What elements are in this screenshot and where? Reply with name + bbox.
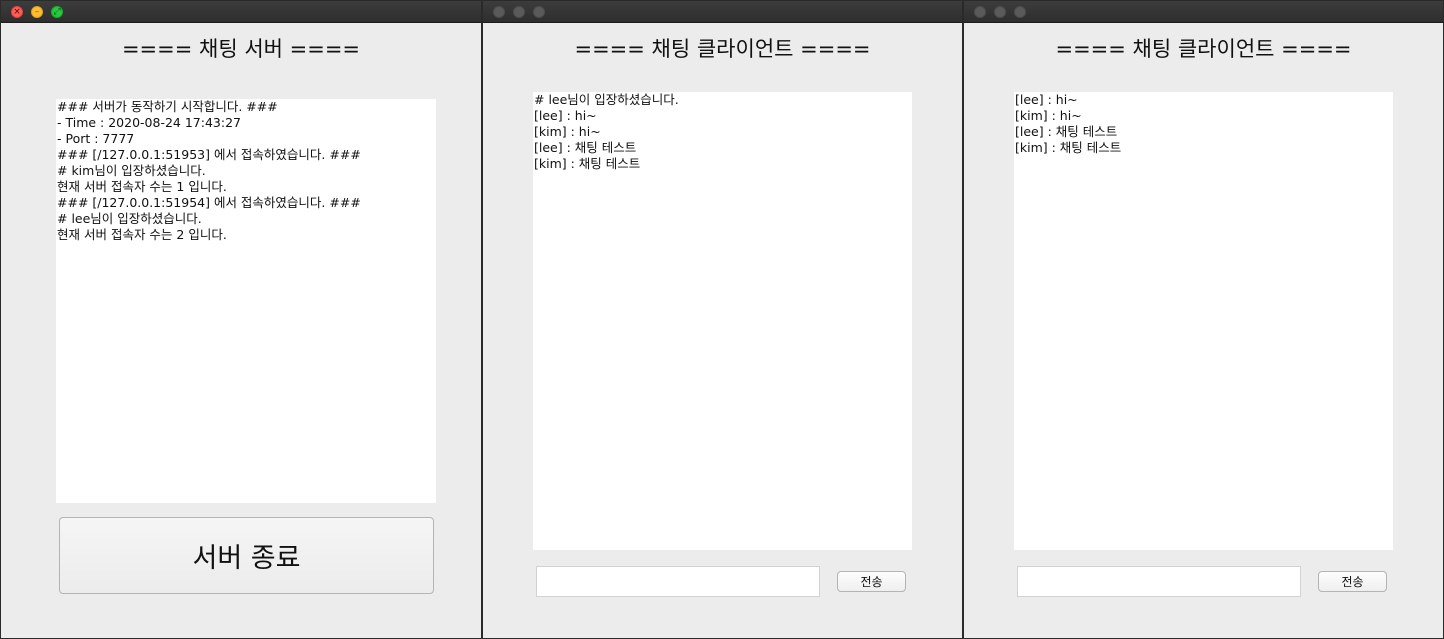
client1-window: ==== 채팅 클라이언트 ==== # lee님이 입장하셨습니다. [lee… — [482, 0, 963, 639]
client2-chat-log[interactable]: [lee] : hi~ [kim] : hi~ [lee] : 채팅 테스트 [… — [1014, 92, 1393, 550]
server-log-area[interactable]: ### 서버가 동작하기 시작합니다. ### - Time : 2020-08… — [56, 99, 436, 503]
client2-message-input[interactable] — [1017, 566, 1301, 597]
minimize-window-icon[interactable]: – — [31, 6, 43, 18]
server-log-line: - Time : 2020-08-24 17:43:27 — [57, 115, 241, 130]
zoom-window-icon[interactable]: ⤢ — [51, 6, 63, 18]
server-shutdown-button[interactable]: 서버 종료 — [59, 517, 434, 594]
server-log-line: ### [/127.0.0.1:51953] 에서 접속하였습니다. ### — [57, 147, 361, 162]
chat-log-line: # lee님이 입장하셨습니다. — [534, 92, 679, 107]
chat-log-line: [lee] : hi~ — [1015, 92, 1078, 107]
client2-titlebar[interactable] — [964, 1, 1443, 23]
client1-message-input[interactable] — [536, 566, 820, 597]
client2-send-button[interactable]: 전송 — [1318, 571, 1387, 592]
zoom-window-icon[interactable] — [533, 6, 545, 18]
server-log-line: ### [/127.0.0.1:51954] 에서 접속하였습니다. ### — [57, 195, 361, 210]
chat-log-line: [kim] : 채팅 테스트 — [534, 156, 641, 171]
chat-log-line: [kim] : 채팅 테스트 — [1015, 140, 1122, 155]
client2-heading: ==== 채팅 클라이언트 ==== — [1055, 37, 1352, 61]
minimize-window-icon[interactable] — [994, 6, 1006, 18]
chat-log-line: [lee] : 채팅 테스트 — [1015, 124, 1118, 139]
server-log-line: # kim님이 입장하셨습니다. — [57, 163, 206, 178]
server-titlebar[interactable]: × – ⤢ — [1, 1, 481, 23]
client1-chat-log[interactable]: # lee님이 입장하셨습니다. [lee] : hi~ [kim] : hi~… — [533, 92, 912, 550]
client1-heading: ==== 채팅 클라이언트 ==== — [574, 37, 871, 61]
server-heading: ==== 채팅 서버 ==== — [121, 37, 361, 61]
client2-window: ==== 채팅 클라이언트 ==== [lee] : hi~ [kim] : h… — [963, 0, 1444, 639]
chat-log-line: [kim] : hi~ — [1015, 108, 1082, 123]
client1-titlebar[interactable] — [483, 1, 962, 23]
close-window-icon[interactable] — [974, 6, 986, 18]
chat-log-line: [kim] : hi~ — [534, 124, 601, 139]
close-window-icon[interactable]: × — [11, 6, 23, 18]
zoom-window-icon[interactable] — [1014, 6, 1026, 18]
server-window: × – ⤢ ==== 채팅 서버 ==== ### 서버가 동작하기 시작합니다… — [0, 0, 482, 639]
minimize-window-icon[interactable] — [513, 6, 525, 18]
close-window-icon[interactable] — [493, 6, 505, 18]
client1-send-button[interactable]: 전송 — [837, 571, 906, 592]
server-log-line: ### 서버가 동작하기 시작합니다. ### — [57, 99, 278, 114]
server-log-line: 현재 서버 접속자 수는 1 입니다. — [57, 179, 227, 194]
server-log-line: # lee님이 입장하셨습니다. — [57, 211, 202, 226]
server-log-line: 현재 서버 접속자 수는 2 입니다. — [57, 227, 227, 242]
chat-log-line: [lee] : 채팅 테스트 — [534, 140, 637, 155]
server-log-line: - Port : 7777 — [57, 131, 135, 146]
chat-log-line: [lee] : hi~ — [534, 108, 597, 123]
